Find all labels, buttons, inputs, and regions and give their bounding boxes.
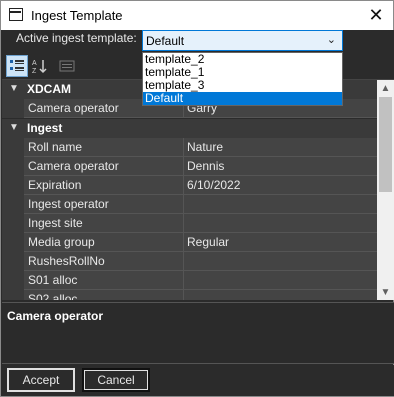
property-value[interactable] (184, 252, 377, 271)
property-pages-icon (59, 60, 75, 72)
scroll-down-icon[interactable]: ▼ (377, 284, 394, 300)
row-gutter (2, 195, 24, 214)
property-value[interactable] (184, 214, 377, 233)
row-gutter (2, 290, 24, 300)
row-gutter (2, 233, 24, 252)
property-name: Ingest operator (24, 195, 184, 214)
collapse-icon[interactable]: ▼ (9, 83, 19, 94)
scroll-thumb[interactable] (379, 97, 392, 192)
active-template-label: Active ingest template: (16, 31, 137, 45)
property-row[interactable]: Roll name Nature (2, 138, 377, 157)
property-value[interactable] (184, 290, 377, 300)
description-panel: Camera operator (2, 302, 394, 364)
row-gutter (2, 176, 24, 195)
row-gutter (2, 252, 24, 271)
property-row[interactable]: Ingest operator (2, 195, 377, 214)
property-row[interactable]: S02 alloc (2, 290, 377, 300)
categorized-view-button[interactable] (6, 55, 28, 77)
property-name: Camera operator (24, 157, 184, 176)
title-bar: Ingest Template ✕ (1, 1, 393, 30)
property-row[interactable]: Expiration 6/10/2022 (2, 176, 377, 195)
property-row[interactable]: S01 alloc (2, 271, 377, 290)
property-value[interactable]: Dennis (184, 157, 377, 176)
property-row[interactable]: Camera operator Dennis (2, 157, 377, 176)
cancel-button[interactable]: Cancel (82, 368, 150, 392)
property-value[interactable]: Nature (184, 138, 377, 157)
category-label: XDCAM (27, 82, 71, 96)
category-row-ingest[interactable]: ▼ Ingest (2, 119, 377, 138)
active-template-select[interactable]: Default ⌄ (142, 30, 343, 51)
property-name: Media group (24, 233, 184, 252)
property-value[interactable]: Regular (184, 233, 377, 252)
description-title: Camera operator (7, 309, 104, 323)
row-gutter (2, 138, 24, 157)
close-icon[interactable]: ✕ (359, 1, 393, 30)
property-name: S02 alloc (24, 290, 184, 300)
property-value[interactable] (184, 195, 377, 214)
window-title: Ingest Template (31, 8, 123, 23)
property-pages-button[interactable] (56, 55, 78, 77)
vertical-scrollbar[interactable]: ▲ ▼ (377, 80, 394, 300)
property-grid: ▼ XDCAM Camera operator Garry ▼ Ingest R… (2, 79, 394, 300)
dropdown-option-selected[interactable]: Default (143, 92, 342, 105)
property-row[interactable]: RushesRollNo (2, 252, 377, 271)
alphabetical-sort-button[interactable]: A Z (29, 55, 51, 77)
ingest-template-window: Ingest Template ✕ Active ingest template… (0, 0, 394, 397)
alphabetical-sort-icon: A Z (32, 60, 47, 74)
chevron-down-icon[interactable]: ⌄ (327, 33, 336, 46)
scroll-up-icon[interactable]: ▲ (377, 80, 394, 97)
category-label: Ingest (27, 121, 63, 135)
row-gutter (2, 214, 24, 233)
property-name: RushesRollNo (24, 252, 184, 271)
dialog-footer: Accept Cancel (2, 365, 394, 396)
property-value[interactable] (184, 271, 377, 290)
active-template-row: Active ingest template: Default ⌄ (2, 30, 394, 52)
active-template-value: Default (146, 34, 185, 48)
property-name: Expiration (24, 176, 184, 195)
property-name: Roll name (24, 138, 184, 157)
accept-button[interactable]: Accept (7, 368, 75, 392)
row-gutter (2, 99, 24, 118)
property-name: Ingest site (24, 214, 184, 233)
collapse-icon[interactable]: ▼ (9, 122, 19, 133)
template-dropdown-list: template_2 template_1 template_3 Default (142, 52, 343, 106)
window-app-icon (9, 8, 23, 21)
svg-text:A: A (32, 60, 37, 67)
property-value[interactable]: 6/10/2022 (184, 176, 377, 195)
row-gutter (2, 157, 24, 176)
categorized-view-icon (10, 60, 24, 71)
row-gutter (2, 271, 24, 290)
property-row[interactable]: Ingest site (2, 214, 377, 233)
property-row[interactable]: Media group Regular (2, 233, 377, 252)
svg-text:Z: Z (32, 68, 37, 74)
property-name: S01 alloc (24, 271, 184, 290)
